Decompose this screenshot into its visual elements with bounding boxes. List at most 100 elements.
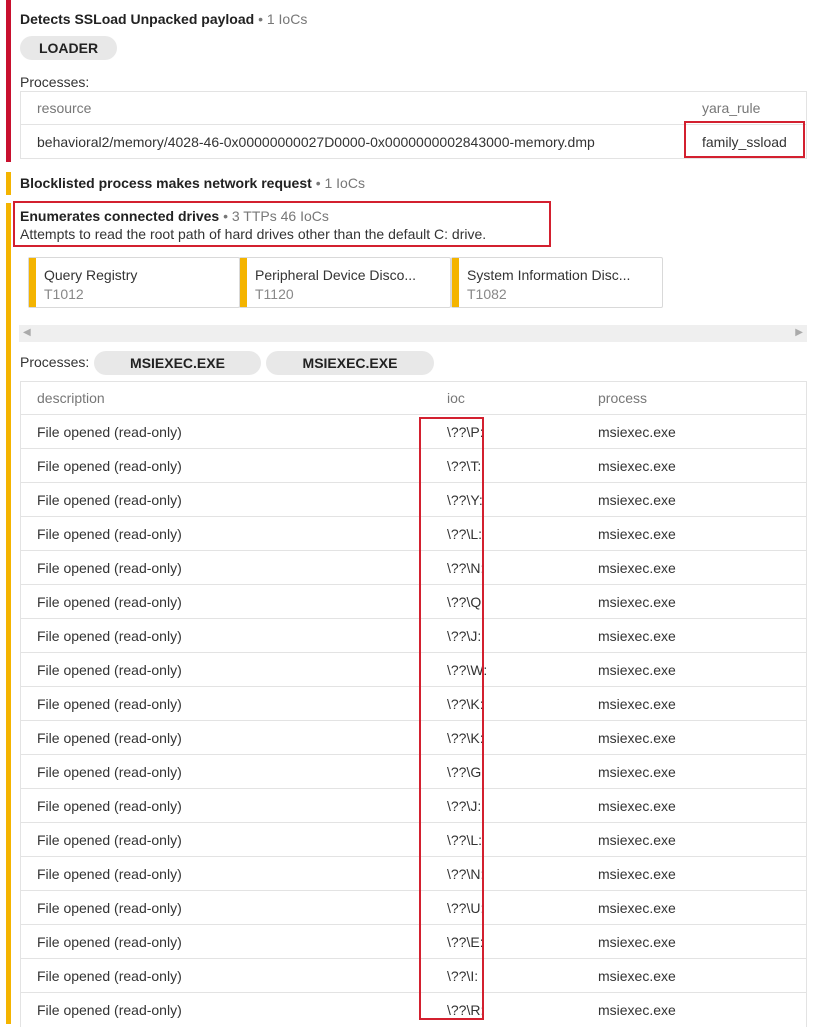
horizontal-scrollbar[interactable]: ◀ ▶ bbox=[19, 325, 807, 342]
description-cell: File opened (read-only) bbox=[20, 448, 431, 483]
processes-label: Processes: bbox=[20, 74, 90, 90]
description-cell: File opened (read-only) bbox=[20, 856, 431, 891]
column-header-process: process bbox=[582, 381, 807, 415]
signature-name: Detects SSLoad Unpacked payload bbox=[20, 11, 255, 27]
table-row: File opened (read-only) \??\W: msiexec.exe bbox=[20, 652, 807, 687]
ttp-code: T1120 bbox=[255, 286, 294, 302]
ttp-accent bbox=[240, 258, 247, 307]
table-row: File opened (read-only) \??\T: msiexec.exe bbox=[20, 448, 807, 483]
signature-title[interactable]: Blocklisted process makes network reques… bbox=[20, 175, 365, 191]
table-row: File opened (read-only) \??\P: msiexec.exe bbox=[20, 414, 807, 449]
table-row: File opened (read-only) \??\J: msiexec.exe bbox=[20, 788, 807, 823]
severity-bar-warning bbox=[6, 172, 11, 195]
process-cell: msiexec.exe bbox=[582, 754, 807, 789]
ioc-cell: \??\I: bbox=[431, 958, 582, 993]
ioc-cell: \??\U: bbox=[431, 890, 582, 925]
ioc-cell: \??\T: bbox=[431, 448, 582, 483]
column-header-description: description bbox=[20, 381, 431, 415]
description-cell: File opened (read-only) bbox=[20, 516, 431, 551]
description-cell: File opened (read-only) bbox=[20, 584, 431, 619]
ttp-card[interactable]: System Information Disc... T1082 bbox=[451, 257, 663, 308]
process-cell: msiexec.exe bbox=[582, 686, 807, 721]
table-row: File opened (read-only) \??\Y: msiexec.exe bbox=[20, 482, 807, 517]
process-tab[interactable]: MSIEXEC.EXE bbox=[266, 351, 434, 375]
signature-name: Blocklisted process makes network reques… bbox=[20, 175, 312, 191]
resource-table: resource yara_rule behavioral2/memory/40… bbox=[20, 91, 807, 159]
process-cell: msiexec.exe bbox=[582, 720, 807, 755]
ioc-cell: \??\P: bbox=[431, 414, 582, 449]
ttp-name: Query Registry bbox=[44, 267, 138, 283]
ioc-cell: \??\K: bbox=[431, 686, 582, 721]
signature-meta: • 1 IoCs bbox=[315, 175, 365, 191]
ttp-accent bbox=[452, 258, 459, 307]
scroll-right-arrow-icon[interactable]: ▶ bbox=[795, 327, 803, 338]
signature-title[interactable]: Enumerates connected drives • 3 TTPs 46 … bbox=[20, 208, 329, 224]
description-cell: File opened (read-only) bbox=[20, 890, 431, 925]
process-cell: msiexec.exe bbox=[582, 516, 807, 551]
signature-meta: • 3 TTPs 46 IoCs bbox=[223, 208, 329, 224]
description-cell: File opened (read-only) bbox=[20, 958, 431, 993]
signature-description: Attempts to read the root path of hard d… bbox=[20, 226, 487, 242]
process-cell: msiexec.exe bbox=[582, 788, 807, 823]
ioc-cell: \??\Q: bbox=[431, 584, 582, 619]
table-row: File opened (read-only) \??\E: msiexec.exe bbox=[20, 924, 807, 959]
ioc-cell: \??\E: bbox=[431, 924, 582, 959]
description-cell: File opened (read-only) bbox=[20, 754, 431, 789]
ioc-cell: \??\J: bbox=[431, 618, 582, 653]
description-cell: File opened (read-only) bbox=[20, 482, 431, 517]
description-cell: File opened (read-only) bbox=[20, 924, 431, 959]
signature-name: Enumerates connected drives bbox=[20, 208, 220, 224]
table-row: File opened (read-only) \??\J: msiexec.exe bbox=[20, 618, 807, 653]
severity-bar-warning bbox=[6, 203, 11, 1024]
ioc-cell: \??\W: bbox=[431, 652, 582, 687]
process-cell: msiexec.exe bbox=[582, 550, 807, 585]
description-cell: File opened (read-only) bbox=[20, 788, 431, 823]
table-row: behavioral2/memory/4028-46-0x00000000027… bbox=[20, 124, 807, 159]
process-cell: msiexec.exe bbox=[582, 822, 807, 857]
scroll-left-arrow-icon[interactable]: ◀ bbox=[23, 327, 31, 338]
tag-badge: LOADER bbox=[20, 36, 117, 60]
processes-label: Processes: bbox=[20, 354, 90, 370]
ioc-cell: \??\N: bbox=[431, 856, 582, 891]
ttp-accent bbox=[29, 258, 36, 307]
process-cell: msiexec.exe bbox=[582, 482, 807, 517]
description-cell: File opened (read-only) bbox=[20, 652, 431, 687]
ioc-cell: \??\G: bbox=[431, 754, 582, 789]
process-cell: msiexec.exe bbox=[582, 414, 807, 449]
process-cell: msiexec.exe bbox=[582, 652, 807, 687]
signature-title[interactable]: Detects SSLoad Unpacked payload • 1 IoCs bbox=[20, 11, 307, 27]
ttp-card[interactable]: Query Registry T1012 bbox=[28, 257, 240, 308]
process-cell: msiexec.exe bbox=[582, 856, 807, 891]
ioc-table: description ioc process File opened (rea… bbox=[20, 381, 807, 1027]
ttp-name: System Information Disc... bbox=[467, 267, 631, 283]
description-cell: File opened (read-only) bbox=[20, 992, 431, 1027]
column-header-resource: resource bbox=[20, 91, 686, 125]
table-row: File opened (read-only) \??\U: msiexec.exe bbox=[20, 890, 807, 925]
description-cell: File opened (read-only) bbox=[20, 618, 431, 653]
resource-cell: behavioral2/memory/4028-46-0x00000000027… bbox=[20, 124, 686, 159]
ttp-card[interactable]: Peripheral Device Disco... T1120 bbox=[239, 257, 451, 308]
ttp-name: Peripheral Device Disco... bbox=[255, 267, 417, 283]
table-row: File opened (read-only) \??\Q: msiexec.exe bbox=[20, 584, 807, 619]
process-cell: msiexec.exe bbox=[582, 448, 807, 483]
process-cell: msiexec.exe bbox=[582, 584, 807, 619]
table-row: File opened (read-only) \??\G: msiexec.exe bbox=[20, 754, 807, 789]
signature-meta: • 1 IoCs bbox=[258, 11, 308, 27]
ioc-cell: \??\R: bbox=[431, 992, 582, 1027]
process-cell: msiexec.exe bbox=[582, 958, 807, 993]
process-tab[interactable]: MSIEXEC.EXE bbox=[94, 351, 261, 375]
description-cell: File opened (read-only) bbox=[20, 414, 431, 449]
process-cell: msiexec.exe bbox=[582, 992, 807, 1027]
column-header-ioc: ioc bbox=[431, 381, 582, 415]
table-row: File opened (read-only) \??\N: msiexec.exe bbox=[20, 550, 807, 585]
ioc-cell: \??\N: bbox=[431, 550, 582, 585]
process-cell: msiexec.exe bbox=[582, 618, 807, 653]
table-row: File opened (read-only) \??\L: msiexec.exe bbox=[20, 822, 807, 857]
table-row: File opened (read-only) \??\N: msiexec.exe bbox=[20, 856, 807, 891]
ioc-cell: \??\J: bbox=[431, 788, 582, 823]
table-row: File opened (read-only) \??\K: msiexec.exe bbox=[20, 720, 807, 755]
description-cell: File opened (read-only) bbox=[20, 822, 431, 857]
table-row: File opened (read-only) \??\L: msiexec.exe bbox=[20, 516, 807, 551]
table-row: File opened (read-only) \??\I: msiexec.exe bbox=[20, 958, 807, 993]
ioc-cell: \??\Y: bbox=[431, 482, 582, 517]
